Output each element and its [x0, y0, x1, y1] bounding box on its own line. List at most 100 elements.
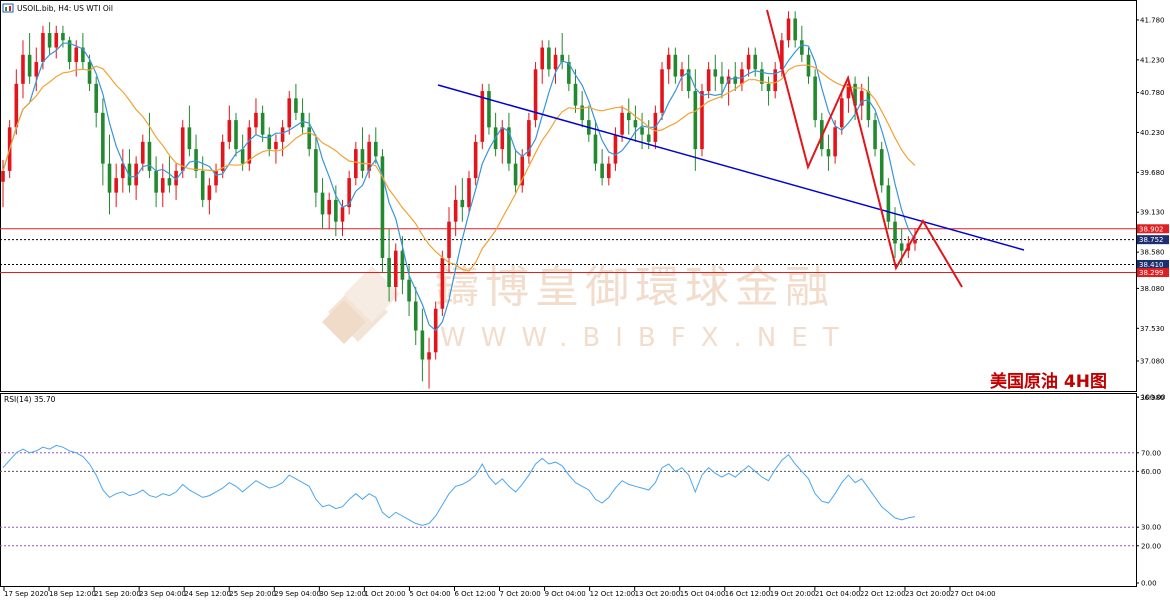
- candle-body: [473, 141, 478, 179]
- candle-body: [373, 141, 378, 157]
- price-axis-label: 37.530: [1140, 325, 1165, 333]
- candle-body: [227, 120, 232, 142]
- chart-header: USOIL.bib, H4: US WTI Oil: [2, 3, 113, 13]
- candle-body: [300, 112, 305, 128]
- candle-body: [74, 47, 79, 63]
- rsi-axis-label: 30.00: [1141, 524, 1161, 532]
- rsi-pane-frame: [0, 393, 1137, 587]
- candle-body: [180, 127, 185, 171]
- price-level-label: 38.902: [1139, 225, 1164, 233]
- time-axis-label: 30 Sep 12:00: [319, 590, 366, 598]
- candle-body: [194, 149, 198, 171]
- candle-body: [27, 54, 32, 77]
- time-axis-label: 7 Oct 20:00: [500, 590, 541, 598]
- candle-body: [260, 112, 265, 135]
- candle-body: [320, 192, 325, 215]
- candle-body: [94, 83, 98, 113]
- candle-body: [500, 127, 505, 150]
- candle-body: [160, 178, 165, 193]
- candle-body: [746, 54, 751, 70]
- chart-window-icon: [2, 3, 14, 13]
- candle-body: [613, 134, 618, 164]
- price-chart: 鑄博皇御環球金融 WWW.BIBFX.NET 38.902 38.752 38.41…: [0, 0, 1169, 598]
- rsi-axis-label: 20.00: [1141, 542, 1161, 550]
- candle-body: [706, 69, 711, 92]
- price-axis-label: 39.130: [1140, 209, 1165, 217]
- candle-body: [766, 83, 771, 92]
- time-axis-label: 22 Oct 12:00: [860, 590, 906, 598]
- candle-body: [606, 163, 611, 179]
- time-axis-label: 23 Sep 04:00: [139, 590, 186, 598]
- candle-body: [327, 199, 331, 215]
- candle-body: [234, 120, 238, 150]
- candle-body: [274, 141, 278, 150]
- candle-body: [866, 91, 871, 121]
- time-axis-label: 25 Sep 20:00: [229, 590, 276, 598]
- candle-body: [167, 178, 172, 186]
- candle-body: [400, 250, 405, 280]
- time-axis-label: 24 Sep 12:00: [184, 590, 231, 598]
- candle-body: [200, 170, 205, 200]
- candle-body: [547, 47, 551, 70]
- candle-body: [447, 221, 451, 258]
- candle-body: [240, 149, 245, 164]
- time-axis-label: 9 Oct 04:00: [545, 590, 586, 598]
- time-axis-label: 17 Sep 2020: [4, 590, 48, 598]
- candle-body: [294, 98, 298, 113]
- candle-body: [254, 112, 258, 128]
- time-axis-label: 6 Oct 12:00: [454, 590, 495, 598]
- rsi-axis-label: 100.00: [1141, 394, 1166, 402]
- candle-body: [280, 127, 285, 142]
- time-axis-label: 1 Oct 20:00: [364, 590, 405, 598]
- candle-body: [600, 163, 604, 179]
- candle-body: [753, 54, 758, 70]
- candle-body: [360, 149, 365, 171]
- time-axis-label: 13 Oct 20:00: [635, 590, 681, 598]
- rsi-title: RSI(14) 35.70: [4, 395, 56, 404]
- candle-body: [54, 33, 59, 48]
- candle-body: [407, 279, 411, 302]
- rsi-axis-label: 60.00: [1141, 468, 1161, 476]
- price-axis-label: 41.230: [1140, 56, 1165, 64]
- candle-body: [873, 120, 877, 150]
- candle-body: [640, 127, 644, 135]
- candle-body: [427, 352, 431, 360]
- candle-body: [460, 199, 465, 208]
- chart-annotation: 美国原油 4H图: [990, 371, 1107, 392]
- candle-body: [513, 163, 518, 186]
- price-axis-label: 37.080: [1140, 357, 1165, 365]
- candle-body: [879, 149, 884, 186]
- candle-body: [187, 127, 192, 150]
- candle-body: [220, 141, 225, 171]
- candle-body: [413, 301, 418, 331]
- candle-body: [553, 54, 558, 70]
- candle-body: [673, 54, 678, 77]
- price-level-label: 38.752: [1139, 236, 1164, 244]
- candle-body: [693, 91, 698, 150]
- candle-body: [354, 149, 358, 179]
- candle-body: [899, 243, 904, 251]
- candle-body: [833, 127, 837, 157]
- candle-body: [633, 120, 638, 128]
- watermark-url: WWW.BIBFX.NET: [440, 323, 854, 353]
- candle-body: [61, 33, 65, 41]
- time-axis-label: 21 Oct 04:00: [815, 590, 861, 598]
- time-axis: 17 Sep 2020 18 Sep 12:0021 Sep 20:0023 Se…: [3, 587, 996, 598]
- candle-body: [826, 149, 831, 157]
- candle-body: [21, 54, 25, 84]
- time-axis-label: 23 Oct 20:00: [905, 590, 951, 598]
- candle-body: [314, 149, 318, 193]
- candle-body: [893, 221, 897, 244]
- candle-body: [660, 69, 664, 113]
- price-axis-label: 41.780: [1140, 16, 1165, 24]
- price-axis-label: 40.780: [1140, 89, 1165, 97]
- rsi-axis-label: 70.00: [1141, 449, 1161, 457]
- candle-body: [14, 83, 19, 128]
- candle-body: [800, 40, 804, 55]
- price-axis: 41.780 41.230 40.780 40.230 39.680 39.130 38.5…: [1136, 16, 1165, 402]
- candle-body: [813, 76, 817, 121]
- time-axis-label: 27 Oct 04:00: [950, 590, 996, 598]
- candle-body: [307, 127, 312, 150]
- candle-body: [720, 76, 724, 84]
- candle-body: [387, 257, 391, 287]
